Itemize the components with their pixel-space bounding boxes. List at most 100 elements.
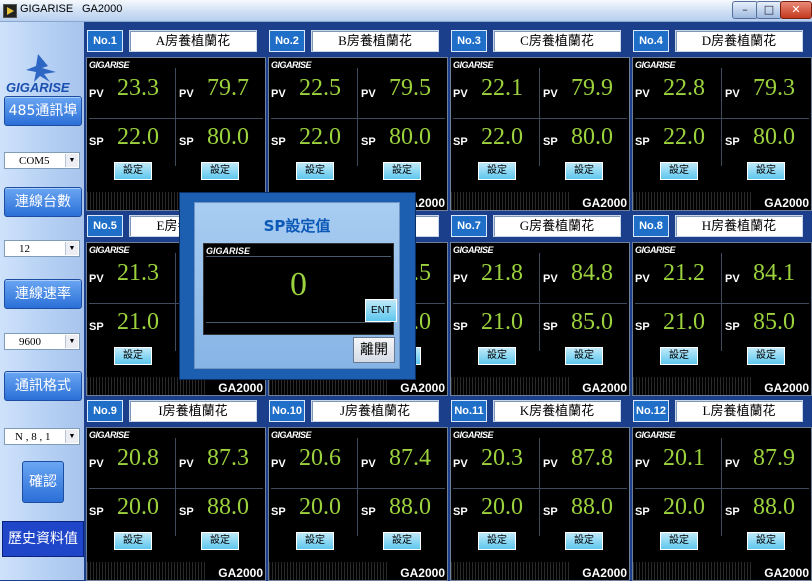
station-name[interactable]: C房養植蘭花 <box>493 30 621 52</box>
leave-button[interactable]: 離開 <box>353 337 395 363</box>
humidity-set-button[interactable]: 設定 <box>201 162 239 180</box>
dialog-title: SP設定值 <box>263 217 331 235</box>
station-header: No.2 B房養植蘭花 <box>269 30 447 54</box>
divider <box>539 438 540 536</box>
temp-set-button[interactable]: 設定 <box>660 532 698 550</box>
port-value: COM5 <box>19 155 50 167</box>
sp-label: SP <box>361 136 376 148</box>
temp-pv-value: 21.2 <box>663 260 705 286</box>
temp-set-button[interactable]: 設定 <box>114 162 152 180</box>
temp-set-button[interactable]: 設定 <box>478 532 516 550</box>
panel-model: GA2000 <box>764 381 809 395</box>
divider <box>357 438 358 536</box>
minimize-button[interactable]: – <box>732 1 758 19</box>
temp-set-button[interactable]: 設定 <box>114 347 152 365</box>
device-count-select[interactable]: 12 ▼ <box>4 240 80 257</box>
panel-brand: GIGARISE <box>89 60 130 70</box>
sp-label: SP <box>725 506 740 518</box>
station-panel: GIGARISEPV23.3PV79.7SP22.0SP80.0設定設定GA20… <box>86 57 266 211</box>
divider <box>206 322 391 323</box>
temp-sp-value: 22.0 <box>481 124 523 150</box>
humidity-set-button[interactable]: 設定 <box>747 347 785 365</box>
divider <box>206 256 391 257</box>
humidity-set-button[interactable]: 設定 <box>201 532 239 550</box>
device-count-button[interactable]: 連線台數 <box>4 187 82 217</box>
station-header: No.9 I房養植蘭花 <box>87 400 265 424</box>
sp-label: SP <box>543 136 558 148</box>
comm-format-button[interactable]: 通訊格式 <box>4 371 82 401</box>
close-button[interactable]: ✕ <box>780 1 812 19</box>
sp-label: SP <box>271 506 286 518</box>
temp-set-button[interactable]: 設定 <box>478 347 516 365</box>
panel-model: GA2000 <box>764 196 809 210</box>
temp-pv-value: 20.8 <box>117 445 159 471</box>
station-number: No.9 <box>87 400 123 422</box>
station-name[interactable]: B房養植蘭花 <box>311 30 439 52</box>
pv-label: PV <box>453 88 468 100</box>
temp-set-button[interactable]: 設定 <box>660 162 698 180</box>
temp-set-button[interactable]: 設定 <box>296 532 334 550</box>
panel-stripe <box>451 192 571 210</box>
temp-set-button[interactable]: 設定 <box>660 347 698 365</box>
chevron-down-icon[interactable]: ▼ <box>65 242 78 255</box>
station-name[interactable]: I房養植蘭花 <box>129 400 257 422</box>
humidity-set-button[interactable]: 設定 <box>565 532 603 550</box>
baud-rate-select[interactable]: 9600 ▼ <box>4 333 80 350</box>
panel-stripe <box>633 192 753 210</box>
temp-sp-value: 20.0 <box>299 494 341 520</box>
temp-set-button[interactable]: 設定 <box>478 162 516 180</box>
temp-pv-value: 23.3 <box>117 75 159 101</box>
station-panel: GIGARISE PV 20.1 PV 87.9 SP 20.0 SP 88.0 設定 設定 GA20… <box>632 427 812 581</box>
sp-label: SP <box>271 136 286 148</box>
temp-set-button[interactable]: 設定 <box>296 162 334 180</box>
comm-format-value: N , 8 , 1 <box>15 431 51 443</box>
chevron-down-icon[interactable]: ▼ <box>65 154 78 167</box>
station-name[interactable]: D房養植蘭花 <box>675 30 803 52</box>
enter-button[interactable]: ENT <box>365 299 397 322</box>
window-model: GA2000 <box>82 3 123 15</box>
humidity-pv-value: 87.9 <box>753 445 795 471</box>
humidity-set-button[interactable]: 設定 <box>383 162 421 180</box>
station-name[interactable]: A房養植蘭花 <box>129 30 257 52</box>
divider <box>453 488 627 489</box>
humidity-set-button[interactable]: 設定 <box>747 162 785 180</box>
station-panel: GIGARISE PV 20.8 PV 87.3 SP 20.0 SP 88.0 設定 設定 GA20… <box>86 427 266 581</box>
humidity-set-button[interactable]: 設定 <box>565 347 603 365</box>
station-name[interactable]: H房養植蘭花 <box>675 215 803 237</box>
history-data-button[interactable]: 歷史資料值 <box>2 521 84 557</box>
maximize-button[interactable]: □ <box>756 1 782 19</box>
confirm-button[interactable]: 確認 <box>22 461 64 503</box>
station-name[interactable]: K房養植蘭花 <box>493 400 621 422</box>
humidity-set-button[interactable]: 設定 <box>747 532 785 550</box>
temp-set-button[interactable]: 設定 <box>114 532 152 550</box>
station-name[interactable]: G房養植蘭花 <box>493 215 621 237</box>
station-name[interactable]: J房養植蘭花 <box>311 400 439 422</box>
humidity-set-button[interactable]: 設定 <box>383 532 421 550</box>
sp-label: SP <box>453 506 468 518</box>
humidity-set-button[interactable]: 設定 <box>565 162 603 180</box>
station-header: No.10 J房養植蘭花 <box>269 400 447 424</box>
port-select[interactable]: COM5 ▼ <box>4 152 80 169</box>
station-panel: GIGARISE PV 20.3 PV 87.8 SP 20.0 SP 88.0 設定 設定 GA20… <box>450 427 630 581</box>
pv-label: PV <box>725 88 740 100</box>
station-panel: GIGARISE PV 22.5 PV 79.5 SP 22.0 SP 80.0 設定 設定 GA20… <box>268 57 448 211</box>
panel-model: GA2000 <box>582 566 627 580</box>
station-number: No.1 <box>87 30 123 52</box>
divider <box>175 438 176 536</box>
chevron-down-icon[interactable]: ▼ <box>65 335 78 348</box>
baud-rate-button[interactable]: 連線速率 <box>4 279 82 309</box>
station-name[interactable]: L房養植蘭花 <box>675 400 803 422</box>
port-button[interactable]: 485通訊埠 <box>4 96 82 126</box>
sp-label: SP <box>635 321 650 333</box>
station-panel: GIGARISE PV 22.8 PV 79.3 SP 22.0 SP 80.0 設定 設定 GA20… <box>632 57 812 211</box>
sp-setting-dialog: SP設定值 GIGARISE 0 ENT 離開 <box>179 192 416 380</box>
panel-stripe <box>269 562 389 580</box>
station-panel: GIGARISE PV 22.1 PV 79.9 SP 22.0 SP 80.0 設定 設定 GA20… <box>450 57 630 211</box>
station-header: No.11 K房養植蘭花 <box>451 400 629 424</box>
station-number: No.2 <box>269 30 305 52</box>
chevron-down-icon[interactable]: ▼ <box>65 430 78 443</box>
comm-format-select[interactable]: N , 8 , 1 ▼ <box>4 428 80 445</box>
humidity-sp-value: 88.0 <box>389 494 431 520</box>
temp-sp-value: 20.0 <box>663 494 705 520</box>
station-header: No.4 D房養植蘭花 <box>633 30 811 54</box>
